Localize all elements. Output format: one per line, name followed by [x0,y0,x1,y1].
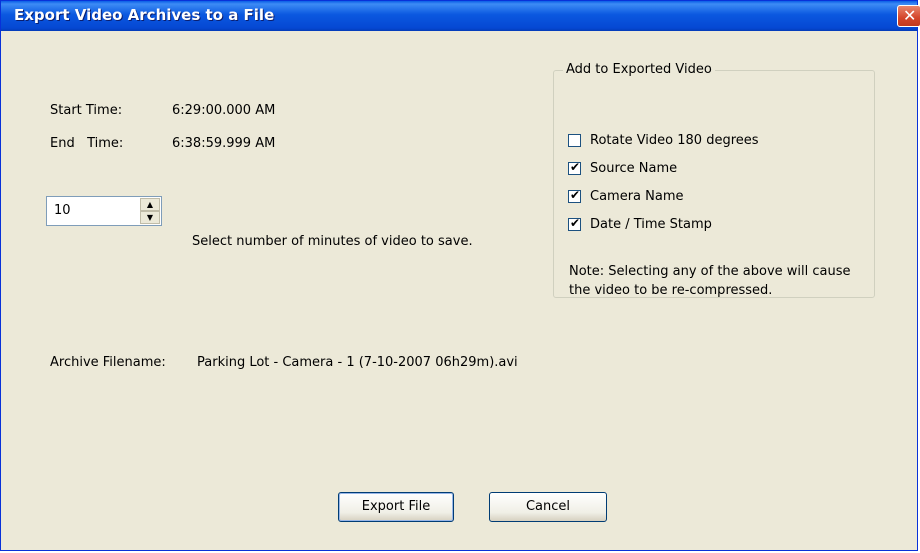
dialog-title: Export Video Archives to a File [14,6,275,24]
close-button[interactable]: ✕ [897,5,920,27]
rotate-video-label[interactable]: Rotate Video 180 degrees [590,133,759,148]
minutes-input[interactable]: 10 [54,203,71,218]
end-time-value: 6:38:59.999 AM [172,136,276,151]
export-file-button[interactable]: Export File [338,492,454,522]
checkmark-icon: ✔ [570,216,581,230]
minutes-label: Select number of minutes of video to sav… [192,234,473,249]
export-options-legend: Add to Exported Video [563,62,715,77]
minutes-spinbox[interactable]: 10 ▲ ▼ [46,196,162,226]
archive-filename-value: Parking Lot - Camera - 1 (7-10-2007 06h2… [197,355,518,370]
camera-name-label[interactable]: Camera Name [590,189,684,204]
spin-down-button[interactable]: ▼ [140,211,160,224]
date-time-stamp-checkbox[interactable]: ✔ [568,216,581,231]
spin-up-button[interactable]: ▲ [140,198,160,211]
start-time-label: Start Time: [50,103,123,118]
rotate-video-checkbox[interactable] [568,134,581,147]
title-bar[interactable]: Export Video Archives to a File ✕ [1,1,920,31]
checkmark-icon: ✔ [570,160,581,174]
start-time-value: 6:29:00.000 AM [172,103,276,118]
recompress-note: Note: Selecting any of the above will ca… [569,264,851,298]
checkmark-icon: ✔ [570,188,581,202]
spinner-buttons[interactable]: ▲ ▼ [140,198,160,224]
camera-name-checkbox[interactable]: ✔ [568,188,581,203]
date-time-stamp-label[interactable]: Date / Time Stamp [590,217,712,232]
archive-filename-label: Archive Filename: [50,355,166,370]
source-name-checkbox[interactable]: ✔ [568,160,581,175]
source-name-label[interactable]: Source Name [590,161,677,176]
close-icon: ✕ [903,6,917,25]
end-time-label: End Time: [50,136,124,151]
cancel-button[interactable]: Cancel [489,492,607,522]
